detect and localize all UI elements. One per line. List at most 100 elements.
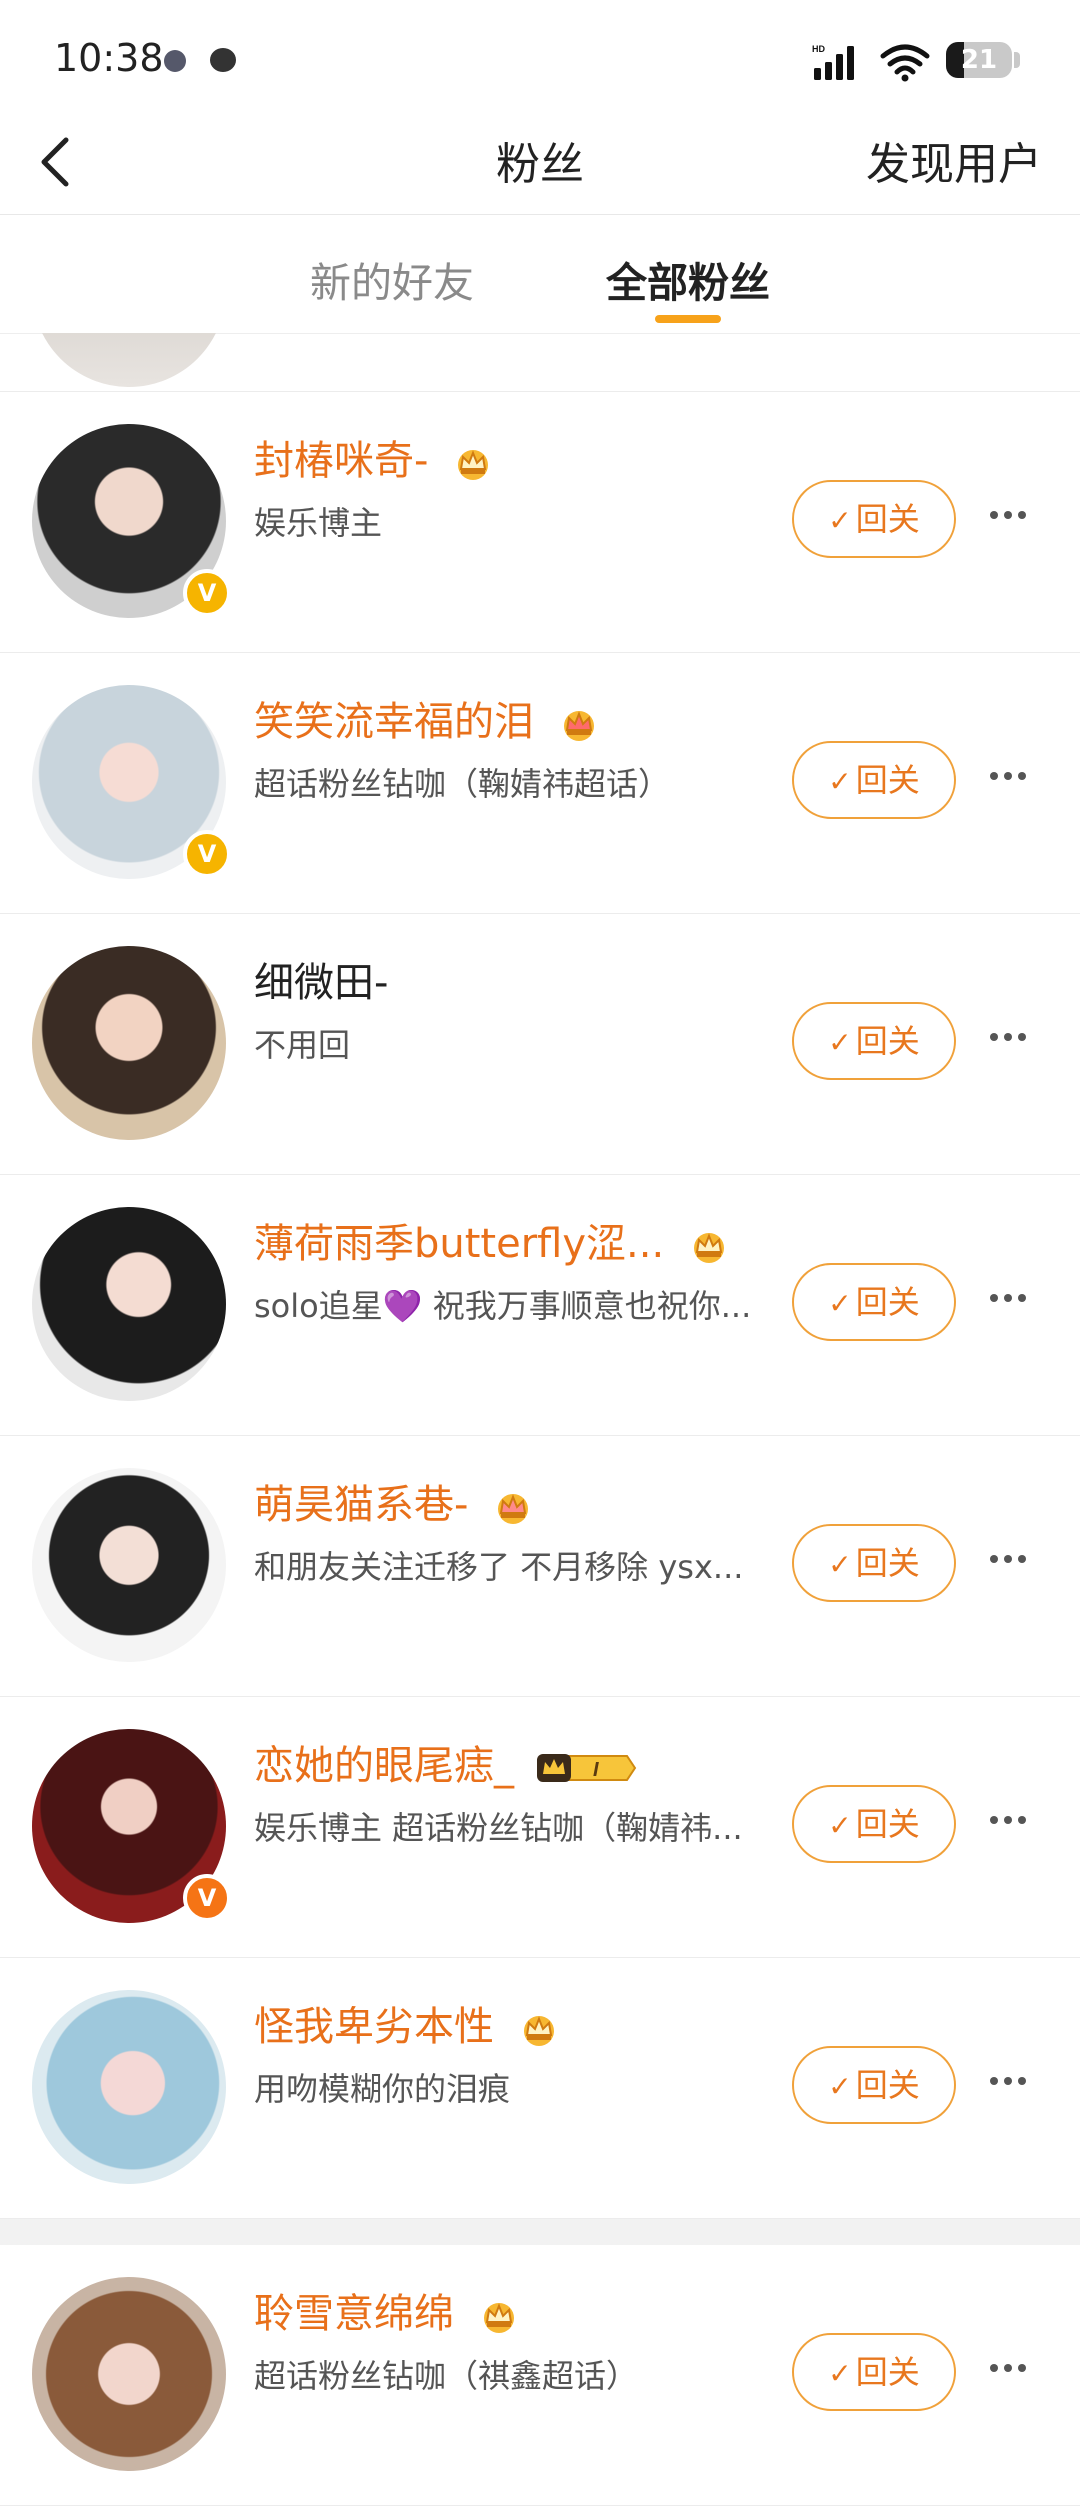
check-icon: ✓	[828, 765, 852, 798]
user-description: solo追星💜 祝我万事顺意也祝你...	[254, 1287, 752, 1325]
follow-back-label: 回关	[855, 2353, 920, 2391]
status-time: 10:38	[54, 36, 164, 80]
user-name[interactable]: 聆雪意绵绵	[254, 2281, 523, 2339]
verified-badge-icon: V	[183, 1874, 231, 1922]
follow-back-button[interactable]: ✓ 回关	[792, 1785, 956, 1863]
avatar[interactable]	[32, 1990, 226, 2184]
fans-list: V 封椿咪奇- 娱乐博主 ✓ 回关 V 笑笑流幸福的泪 超话粉丝钻咖（鞠婧祎超话）…	[0, 392, 1080, 2506]
crown-icon	[458, 450, 489, 480]
user-description: 用吻模糊你的泪痕	[254, 2070, 511, 2108]
follow-back-button[interactable]: ✓ 回关	[792, 1002, 956, 1080]
check-icon: ✓	[828, 1026, 852, 1059]
list-item[interactable]: 细微田- 不用回 ✓ 回关	[0, 914, 1080, 1175]
follow-back-label: 回关	[855, 1283, 920, 1321]
more-options-icon[interactable]	[990, 1548, 1040, 1578]
more-options-icon[interactable]	[990, 1809, 1040, 1839]
avatar[interactable]	[32, 333, 226, 387]
more-options-icon[interactable]	[990, 1287, 1040, 1317]
vip-level: I	[593, 1759, 599, 1781]
follow-back-label: 回关	[855, 2066, 920, 2104]
crown-icon	[563, 711, 594, 741]
follow-back-button[interactable]: ✓ 回关	[792, 741, 956, 819]
user-name[interactable]: 恋她的眼尾痣_ I	[254, 1733, 639, 1791]
crown-icon	[483, 2303, 514, 2333]
follow-back-button[interactable]: ✓ 回关	[792, 480, 956, 558]
check-icon: ✓	[828, 1287, 852, 1320]
user-name-text: 封椿咪奇-	[254, 438, 429, 484]
list-item[interactable]: 萌昊猫系巷- 和朋友关注迁移了 不月移除 ysx... ✓ 回关	[0, 1436, 1080, 1697]
user-name-text: 聆雪意绵绵	[254, 2291, 454, 2337]
user-name-text: 细微田-	[254, 960, 389, 1006]
user-name[interactable]: 怪我卑劣本性	[254, 1994, 563, 2052]
discover-users-button[interactable]: 发现用户	[866, 128, 1042, 192]
more-options-icon[interactable]	[990, 2070, 1040, 2100]
user-name-text: 萌昊猫系巷-	[254, 1482, 469, 1528]
avatar[interactable]	[32, 1468, 226, 1662]
more-options-icon[interactable]	[990, 2357, 1040, 2387]
follow-back-label: 回关	[855, 500, 920, 538]
check-icon: ✓	[828, 1809, 852, 1842]
active-tab-indicator	[655, 315, 721, 323]
crown-icon	[523, 2016, 554, 2046]
list-item[interactable]: 聆雪意绵绵 超话粉丝钻咖（祺鑫超话） ✓ 回关	[0, 2245, 1080, 2506]
user-description: 娱乐博主 超话粉丝钻咖（鞠婧祎...	[254, 1809, 743, 1847]
user-name[interactable]: 薄荷雨季butterfly涩...	[254, 1211, 733, 1269]
top-nav-bar: 粉丝 发现用户	[0, 110, 1080, 215]
notification-app-icon	[210, 48, 236, 72]
list-item[interactable]: 薄荷雨季butterfly涩... solo追星💜 祝我万事顺意也祝你... ✓…	[0, 1175, 1080, 1436]
user-name-text: 怪我卑劣本性	[254, 2004, 494, 2050]
crown-icon	[498, 1494, 529, 1524]
user-description: 娱乐博主	[254, 504, 383, 542]
user-description: 不用回	[254, 1026, 351, 1064]
signal-icon: HD	[812, 44, 854, 80]
avatar[interactable]	[32, 2277, 226, 2471]
avatar[interactable]	[32, 946, 226, 1140]
tab-bar: 新的好友 全部粉丝	[0, 215, 1080, 334]
battery-tip	[1014, 52, 1020, 68]
user-name[interactable]: 萌昊猫系巷-	[254, 1472, 537, 1530]
list-item-partial	[0, 333, 1080, 392]
check-icon: ✓	[828, 1548, 852, 1581]
more-options-icon[interactable]	[990, 1026, 1040, 1056]
tab-new-friends[interactable]: 新的好友	[310, 249, 474, 309]
crown-icon	[693, 1233, 724, 1263]
follow-back-label: 回关	[855, 1022, 920, 1060]
follow-back-button[interactable]: ✓ 回关	[792, 1524, 956, 1602]
follow-back-button[interactable]: ✓ 回关	[792, 2333, 956, 2411]
follow-back-button[interactable]: ✓ 回关	[792, 1263, 956, 1341]
wifi-icon	[880, 44, 930, 82]
network-label: HD	[812, 44, 825, 54]
list-item[interactable]: V 笑笑流幸福的泪 超话粉丝钻咖（鞠婧祎超话） ✓ 回关	[0, 653, 1080, 914]
user-description: 超话粉丝钻咖（祺鑫超话）	[254, 2357, 639, 2395]
list-item[interactable]: 怪我卑劣本性 用吻模糊你的泪痕 ✓ 回关	[0, 1958, 1080, 2219]
check-icon: ✓	[828, 2070, 852, 2103]
notification-icon	[164, 50, 186, 72]
vip-crown-badge: I	[536, 1754, 636, 1782]
user-name-text: 恋她的眼尾痣_	[254, 1743, 514, 1789]
user-description: 超话粉丝钻咖（鞠婧祎超话）	[254, 765, 671, 803]
verified-badge-icon: V	[183, 569, 231, 617]
tab-all-fans[interactable]: 全部粉丝	[606, 249, 770, 309]
battery-icon: 21	[946, 42, 1012, 78]
user-name-text: 笑笑流幸福的泪	[254, 699, 534, 745]
user-name[interactable]: 细微田-	[254, 950, 388, 1008]
section-divider	[0, 2219, 1080, 2245]
more-options-icon[interactable]	[990, 504, 1040, 534]
verified-badge-icon: V	[183, 830, 231, 878]
follow-back-label: 回关	[855, 1544, 920, 1582]
check-icon: ✓	[828, 504, 852, 537]
follow-back-label: 回关	[855, 761, 920, 799]
avatar[interactable]	[32, 1207, 226, 1401]
user-name[interactable]: 封椿咪奇-	[254, 428, 497, 486]
follow-back-label: 回关	[855, 1805, 920, 1843]
user-description: 和朋友关注迁移了 不月移除 ysx...	[254, 1548, 744, 1586]
check-icon: ✓	[828, 2357, 852, 2390]
status-bar: 10:38 HD 21	[0, 0, 1080, 110]
list-item[interactable]: V 恋她的眼尾痣_ I 娱乐博主 超话粉丝钻咖（鞠婧祎... ✓ 回关	[0, 1697, 1080, 1958]
more-options-icon[interactable]	[990, 765, 1040, 795]
battery-level: 21	[960, 45, 998, 75]
user-name-text: 薄荷雨季butterfly涩...	[254, 1221, 665, 1267]
follow-back-button[interactable]: ✓ 回关	[792, 2046, 956, 2124]
user-name[interactable]: 笑笑流幸福的泪	[254, 689, 603, 747]
list-item[interactable]: V 封椿咪奇- 娱乐博主 ✓ 回关	[0, 392, 1080, 653]
